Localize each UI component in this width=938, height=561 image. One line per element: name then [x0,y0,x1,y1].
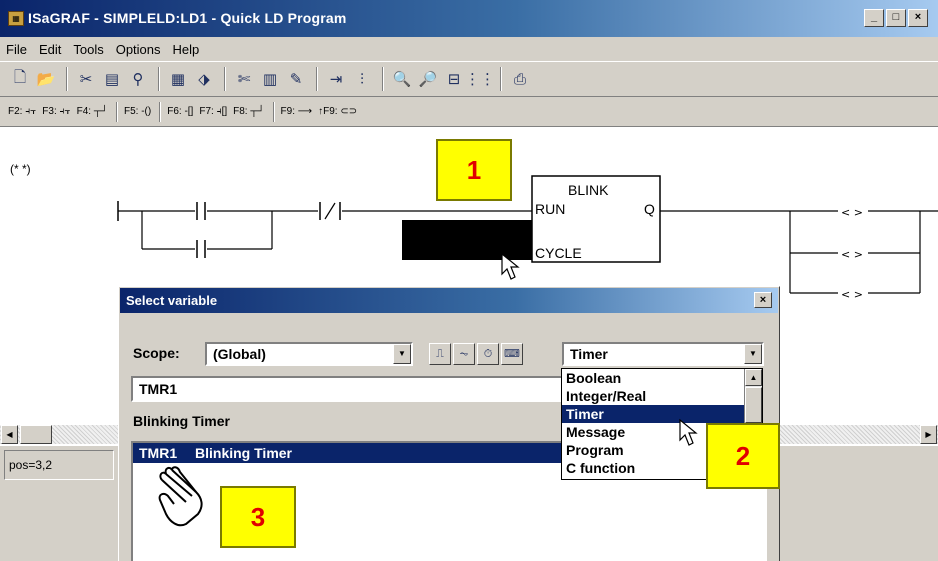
f8-branch-button[interactable]: F8: ┬┘ [233,106,264,117]
timer-filter-icon[interactable]: ⏱ [477,343,499,365]
scissors-icon[interactable]: ✄ [232,67,256,91]
close-button[interactable]: × [908,9,928,27]
f4-branch-button[interactable]: F4: ┬┘ [77,106,108,117]
copy-icon[interactable]: ▤ [100,67,124,91]
callout-3: 3 [220,486,296,548]
maximize-button[interactable]: □ [886,9,906,27]
insert-icon[interactable]: ⇥ [324,67,348,91]
dialog-close-button[interactable]: × [754,292,772,308]
fb-name: BLINK [568,182,609,198]
hand-pointer-icon [158,466,203,527]
paste-icon[interactable]: ⚲ [126,67,150,91]
cursor-position: pos=3,2 [4,450,114,480]
svg-text:< >: < > [841,288,863,301]
type-list-scroll-thumb[interactable] [745,387,762,423]
fb-output-q: Q [644,201,655,217]
type-select[interactable]: Timer ▼ [562,342,764,366]
chevron-down-icon[interactable]: ▼ [393,344,411,364]
type-option-timer[interactable]: Timer [562,405,762,423]
grid-icon[interactable]: ⋮⋮ [465,67,495,91]
brush-icon[interactable]: ✎ [284,67,308,91]
menu-edit[interactable]: Edit [39,42,61,57]
scroll-left-icon[interactable]: ◀ [1,425,18,444]
fit-icon[interactable]: ⊟ [442,67,466,91]
list-item-name: TMR1 [139,445,178,461]
arrow-cursor-icon [679,418,698,446]
f9-jump-button[interactable]: F9: ⟶ [281,106,313,117]
function-key-bar: F2: ⫞⫟ F3: ⫞⫟ F4: ┬┘ F5: -() F6: -[] F7:… [0,97,938,127]
dictionary-icon[interactable]: ▥ [258,67,282,91]
chevron-down-icon[interactable]: ▼ [744,344,762,364]
fb-input-cycle: CYCLE [535,245,582,261]
dialog-title-text: Select variable [126,293,218,308]
minimize-button[interactable]: _ [864,9,884,27]
scope-select[interactable]: (Global) ▼ [205,342,413,366]
fb-input-run: RUN [535,201,566,217]
f3-contact-button[interactable]: F3: ⫞⫟ [42,106,70,117]
menu-options[interactable]: Options [116,42,161,57]
new-icon[interactable]: 🗋 [8,67,32,91]
zoom-in-icon[interactable]: 🔎 [416,67,440,91]
f7-block-button[interactable]: F7: ⫞[] [199,106,227,117]
type-value: Timer [570,346,608,362]
open-icon[interactable]: 📂 [34,67,58,91]
scroll-thumb[interactable] [20,425,52,444]
type-option-integer-real[interactable]: Integer/Real [562,387,762,405]
scroll-right-icon[interactable]: ▶ [920,425,937,444]
arrow-cursor-icon [501,252,520,280]
type-option-boolean[interactable]: Boolean [562,369,762,387]
svg-text:< >: < > [841,248,863,261]
keyboard-filter-icon[interactable]: ⌨ [501,343,523,365]
shift-f9-return-button[interactable]: ↑F9: ⊂⊃ [318,106,357,117]
f6-block-button[interactable]: F6: -[] [167,106,193,117]
menu-file[interactable]: File [6,42,27,57]
scope-value: (Global) [213,346,266,362]
variable-comment: Blinking Timer [133,413,230,429]
menu-tools[interactable]: Tools [73,42,103,57]
scroll-up-icon[interactable]: ▲ [745,369,762,386]
f2-contact-button[interactable]: F2: ⫞⫟ [8,106,36,117]
cut-icon[interactable]: ✂ [74,67,98,91]
callout-2: 2 [706,423,780,489]
connect-icon[interactable]: ⬗ [192,67,216,91]
svg-text:< >: < > [841,206,863,219]
scope-label: Scope: [133,345,180,361]
menu-bar: File Edit Tools Options Help [0,37,938,61]
variable-icon[interactable]: ⫶ [350,67,374,91]
app-icon: ▦ [8,11,24,26]
zoom-out-icon[interactable]: 🔍 [390,67,414,91]
callout-1: 1 [436,139,512,201]
output-filter-icon[interactable]: ⏦ [453,343,475,365]
f5-coil-button[interactable]: F5: -() [124,106,151,117]
title-bar: ▦ ISaGRAF - SIMPLELD:LD1 - Quick LD Prog… [0,0,938,37]
fb-icon[interactable]: ▦ [166,67,190,91]
toolbar: 🗋 📂 ✂ ▤ ⚲ ▦ ⬗ ✄ ▥ ✎ ⇥ ⫶ 🔍 🔎 ⊟ ⋮⋮ ⎙ [0,61,938,97]
window-title: ISaGRAF - SIMPLELD:LD1 - Quick LD Progra… [28,10,347,26]
menu-help[interactable]: Help [173,42,200,57]
print-icon[interactable]: ⎙ [508,67,532,91]
input-filter-icon[interactable]: ⎍ [429,343,451,365]
dialog-title: Select variable × [120,288,778,313]
variable-name-field[interactable]: TMR1 [131,376,563,402]
list-item-comment: Blinking Timer [195,445,292,461]
